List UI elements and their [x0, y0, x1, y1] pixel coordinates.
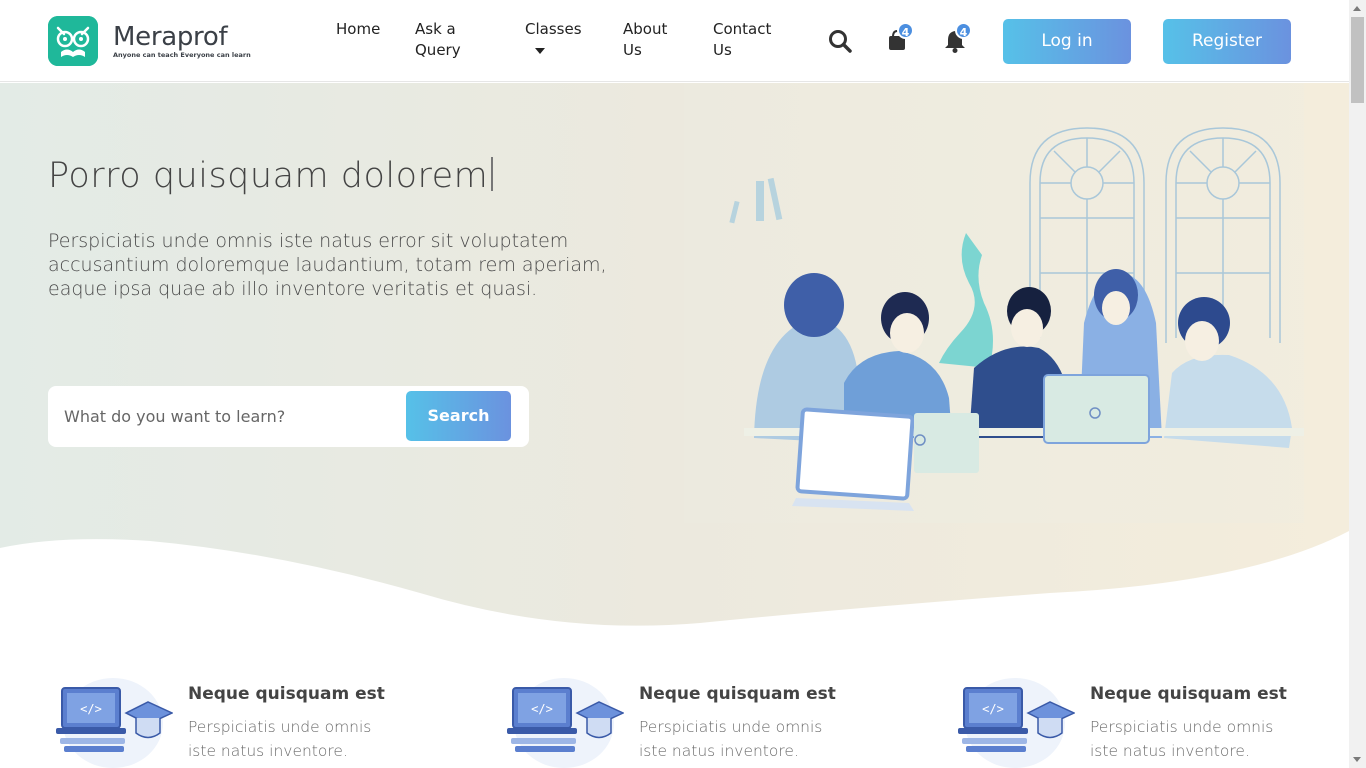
scroll-down-arrow-icon[interactable]: [1353, 757, 1361, 762]
login-button[interactable]: Log in: [1003, 19, 1131, 64]
scroll-up-arrow-icon[interactable]: [1353, 6, 1361, 11]
notification-count-badge: 4: [955, 22, 972, 39]
feature-description: Perspiciatis unde omnis iste natus inven…: [1090, 718, 1274, 760]
owl-glasses-icon: [48, 16, 98, 66]
logo-name: Meraprof: [113, 21, 228, 52]
laptop-graduation-cap-icon: </>: [56, 678, 173, 768]
caret-down-icon: [535, 48, 545, 54]
feature-card-3: </> Neque quisquam est Perspiciatis unde…: [950, 668, 1366, 768]
search-bar: Search: [48, 386, 529, 447]
feature-card-2: </> Neque quisquam est Perspiciatis unde…: [499, 668, 919, 768]
page-scrollbar[interactable]: [1349, 0, 1366, 768]
nav-classes-label: Classes: [525, 20, 582, 38]
svg-text:</>: </>: [982, 702, 1004, 716]
feature-card-1: </> Neque quisquam est Perspiciatis unde…: [48, 668, 468, 768]
feature-title: Neque quisquam est: [188, 684, 385, 704]
feature-title: Neque quisquam est: [639, 684, 836, 704]
hero-section: Porro quisquam dolorem Perspiciatis unde…: [0, 83, 1349, 628]
laptop-graduation-cap-icon: </>: [958, 678, 1075, 768]
svg-text:</>: </>: [531, 702, 553, 716]
site-header: Meraprof Anyone can teach Everyone can l…: [0, 0, 1349, 82]
typing-cursor: [491, 157, 494, 191]
feature-description: Perspiciatis unde omnis iste natus inven…: [188, 718, 372, 760]
logo[interactable]: Meraprof Anyone can teach Everyone can l…: [48, 16, 251, 66]
nav-home[interactable]: Home: [336, 19, 380, 40]
svg-text:</>: </>: [80, 702, 102, 716]
nav-about-us[interactable]: About Us: [623, 19, 683, 61]
cart-count-badge: 4: [897, 22, 914, 39]
nav-contact-us[interactable]: Contact Us: [713, 19, 777, 61]
scrollbar-thumb[interactable]: [1351, 17, 1364, 103]
register-button[interactable]: Register: [1163, 19, 1291, 64]
feature-title: Neque quisquam est: [1090, 684, 1287, 704]
logo-tagline: Anyone can teach Everyone can learn: [113, 50, 251, 59]
notifications-button[interactable]: 4: [942, 22, 972, 56]
hero-title: Porro quisquam dolorem: [48, 156, 494, 196]
cart-button[interactable]: 4: [884, 22, 914, 56]
laptop-graduation-cap-icon: </>: [507, 678, 624, 768]
hero-subtitle: Perspiciatis unde omnis iste natus error…: [48, 230, 607, 300]
nav-classes[interactable]: Classes: [525, 19, 582, 54]
search-input[interactable]: [48, 386, 398, 447]
nav-ask-a-query[interactable]: Ask a Query: [415, 19, 475, 61]
search-icon[interactable]: [826, 26, 856, 56]
students-illustration: [684, 83, 1304, 523]
feature-description: Perspiciatis unde omnis iste natus inven…: [639, 718, 823, 760]
search-button[interactable]: Search: [406, 391, 511, 441]
